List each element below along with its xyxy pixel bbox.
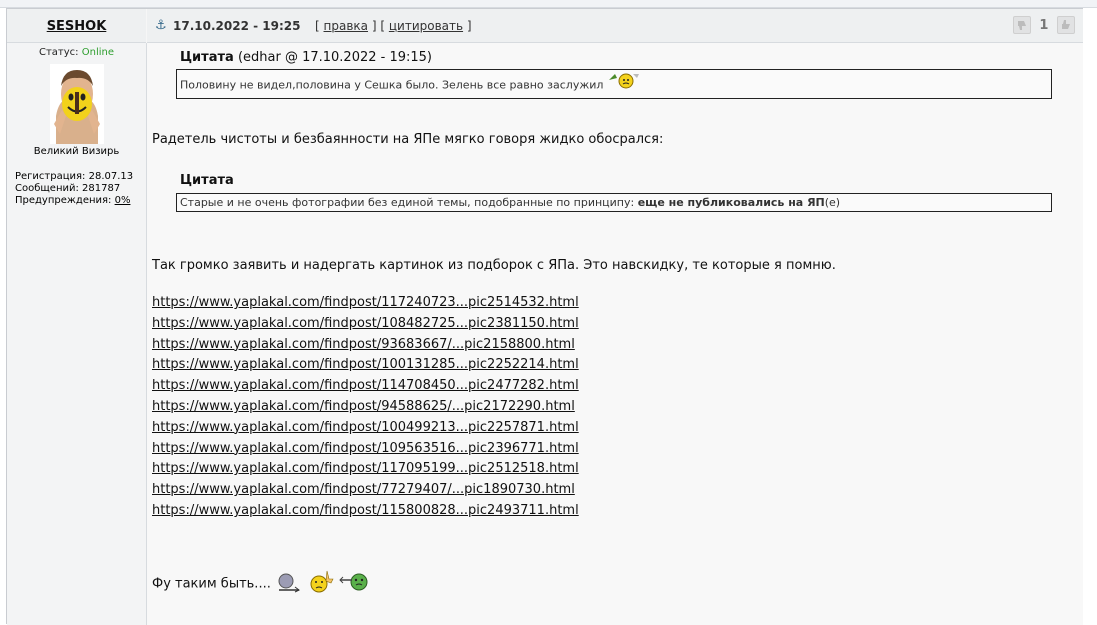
paragraph-1: Радетель чистоты и безбаянности на ЯПе м… <box>152 132 664 147</box>
anchor-icon[interactable]: ⚓ <box>155 18 167 33</box>
signature-divider: -------------------- <box>152 621 246 625</box>
bracket-mid: ] [ <box>371 19 386 33</box>
paragraph-3-text: Фу таким быть.... <box>152 576 271 592</box>
bracket-close: ] <box>466 19 472 33</box>
bracket-open: [ <box>315 19 320 33</box>
quote-title: Цитата <box>180 50 234 65</box>
user-rank: Великий Визирь <box>33 146 120 157</box>
avatar[interactable] <box>49 64 104 144</box>
findpost-link[interactable]: https://www.yaplakal.com/findpost/115800… <box>152 501 579 522</box>
status-online: Online <box>81 47 114 58</box>
thumb-down-icon[interactable] <box>1012 16 1031 34</box>
post-rating: 1 <box>1012 16 1075 34</box>
post-date: 17.10.2022 - 19:25 <box>173 19 301 33</box>
sick-smiley-icon <box>339 571 369 597</box>
findpost-link[interactable]: https://www.yaplakal.com/findpost/100499… <box>152 418 579 439</box>
paragraph-3: Фу таким быть.... <box>152 569 369 599</box>
warnings-label: Предупреждения: <box>15 195 112 206</box>
quote-link[interactable]: цитировать <box>389 19 463 33</box>
quote2-title: Цитата <box>180 173 234 188</box>
findpost-link[interactable]: https://www.yaplakal.com/findpost/945886… <box>152 397 579 418</box>
user-status: Статус: Online <box>7 47 146 58</box>
status-label: Статус: <box>39 47 79 58</box>
post-container: SESHOK Статус: Online Великий Визирь Рег… <box>6 8 1083 625</box>
findpost-link[interactable]: https://www.yaplakal.com/findpost/117095… <box>152 459 579 480</box>
thumb-up-icon[interactable] <box>1057 16 1075 34</box>
findpost-link[interactable]: https://www.yaplakal.com/findpost/117240… <box>152 293 579 314</box>
findpost-link[interactable]: https://www.yaplakal.com/findpost/100131… <box>152 355 579 376</box>
user-header: SESHOK <box>7 9 146 43</box>
findpost-link[interactable]: https://www.yaplakal.com/findpost/772794… <box>152 480 579 501</box>
warnings-link[interactable]: 0% <box>115 195 131 206</box>
post-header: ⚓ 17.10.2022 - 19:25 [ правка ] [ цитиро… <box>147 9 1083 43</box>
edit-link[interactable]: правка <box>324 19 369 33</box>
user-stats: Регистрация: 28.07.13 Сообщений: 281787 … <box>15 171 146 207</box>
quote2-text-start: Старые и не очень фотографии без единой … <box>180 196 638 209</box>
findpost-link[interactable]: https://www.yaplakal.com/findpost/936836… <box>152 335 579 356</box>
quote-header: Цитата (edhar @ 17.10.2022 - 19:15) <box>180 50 432 65</box>
paragraph-2: Так громко заявить и надергать картинок … <box>152 258 836 273</box>
quote2-text-end: (е) <box>824 196 841 209</box>
findpost-link[interactable]: https://www.yaplakal.com/findpost/109563… <box>152 439 579 460</box>
top-strip <box>0 0 1097 8</box>
quote-box: Половину не видел,половина у Сешка было.… <box>176 69 1052 99</box>
username-link[interactable]: SESHOK <box>47 19 107 34</box>
findpost-link[interactable]: https://www.yaplakal.com/findpost/114708… <box>152 376 579 397</box>
post-actions: [ правка ] [ цитировать ] <box>315 19 472 33</box>
quote2-text-bold: еще не публиковались на ЯП <box>637 196 825 209</box>
user-info-column: Статус: Online Великий Визирь Регистраци… <box>7 43 147 625</box>
quote2-box: Старые и не очень фотографии без единой … <box>176 193 1052 212</box>
message-count: Сообщений: 281787 <box>15 183 121 194</box>
smiley-icon <box>607 70 641 101</box>
warnings: Предупреждения: 0% <box>15 195 146 207</box>
quote-text: Половину не видел,половина у Сешка было.… <box>180 78 604 92</box>
quote-author: (edhar @ 17.10.2022 - 19:15) <box>237 50 432 65</box>
link-list: https://www.yaplakal.com/findpost/117240… <box>152 293 579 522</box>
ball-smiley-icon <box>275 571 303 597</box>
registration-date: Регистрация: 28.07.13 <box>15 171 134 182</box>
findpost-link[interactable]: https://www.yaplakal.com/findpost/108482… <box>152 314 579 335</box>
rating-value: 1 <box>1039 17 1049 33</box>
post-body: Цитата (edhar @ 17.10.2022 - 19:15) Поло… <box>147 43 1083 625</box>
thinking-smiley-icon <box>307 569 335 599</box>
quote2-header: Цитата <box>180 173 234 188</box>
